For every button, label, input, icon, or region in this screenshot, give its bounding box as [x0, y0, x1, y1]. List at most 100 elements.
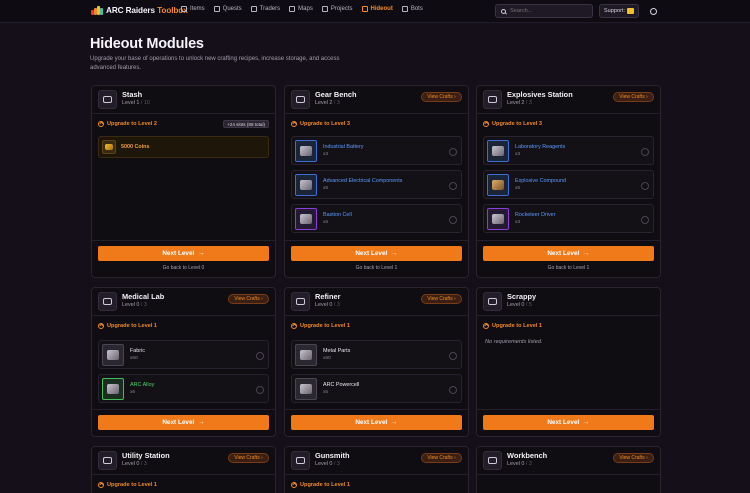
globe-icon[interactable]	[650, 8, 657, 15]
medical-lab-module-icon	[98, 292, 117, 311]
card-divider	[285, 240, 468, 241]
upgrade-label: Upgrade to Level 1	[291, 323, 350, 329]
view-crafts-button[interactable]: View Crafts ›	[613, 92, 654, 102]
module-level: Level 0 / 3	[315, 302, 340, 308]
nav-item-hideout[interactable]: Hideout	[361, 6, 393, 12]
requirement-item[interactable]: ARC Powercell x5	[291, 374, 462, 403]
requirement-item[interactable]: 5000 Coins	[98, 136, 269, 158]
projects-icon	[321, 6, 328, 12]
module-card-utility-station: Utility Station Level 0 / 3 View Crafts …	[91, 446, 276, 493]
requirement-item[interactable]: Rocketeer Driver x3	[483, 204, 654, 233]
view-crafts-button[interactable]: View Crafts ›	[421, 294, 462, 304]
explosive-compound-icon	[487, 174, 509, 196]
nav-item-bots[interactable]: Bots	[401, 6, 423, 12]
nav-item-maps[interactable]: Maps	[289, 6, 313, 12]
module-card-gunsmith: Gunsmith Level 0 / 3 View Crafts › Upgra…	[284, 446, 469, 493]
view-crafts-button[interactable]: View Crafts ›	[421, 92, 462, 102]
module-title: Explosives Station	[507, 90, 573, 99]
nav-item-projects[interactable]: Projects	[321, 6, 353, 12]
requirement-item[interactable]: Explosive Compound x5	[483, 170, 654, 199]
upgrade-icon	[291, 121, 297, 127]
checkbox-icon[interactable]	[256, 386, 264, 394]
view-crafts-button[interactable]: View Crafts ›	[421, 453, 462, 463]
stash-module-icon	[98, 90, 117, 109]
checkbox-icon[interactable]	[449, 386, 457, 394]
requirement-item[interactable]: Bastion Cell x6	[291, 204, 462, 233]
module-title: Gunsmith	[315, 451, 350, 460]
module-level: Level 0 / 3	[507, 461, 532, 467]
module-level: Level 0 / 3	[122, 302, 147, 308]
upgrade-icon	[483, 121, 489, 127]
requirement-item[interactable]: Laboratory Reagents x3	[483, 136, 654, 165]
nav-item-traders[interactable]: Traders	[250, 6, 280, 12]
card-divider	[477, 240, 660, 241]
next-level-button[interactable]: Next Level →	[483, 246, 654, 261]
search-box[interactable]	[495, 4, 593, 18]
items-icon	[181, 6, 187, 12]
checkbox-icon[interactable]	[449, 182, 457, 190]
upgrade-label: Upgrade to Level 2	[98, 121, 157, 127]
go-back-link[interactable]: Go back to Level 0	[92, 265, 275, 271]
view-crafts-button[interactable]: View Crafts ›	[613, 453, 654, 463]
requirement-item[interactable]: Advanced Electrical Components x5	[291, 170, 462, 199]
support-button[interactable]: Support:	[599, 4, 639, 18]
go-back-link[interactable]: Go back to Level 1	[477, 265, 660, 271]
arrow-right-icon: →	[198, 419, 205, 426]
checkbox-icon[interactable]	[449, 216, 457, 224]
checkbox-icon[interactable]	[256, 352, 264, 360]
go-back-link[interactable]: Go back to Level 1	[285, 265, 468, 271]
upgrade-label: Upgrade to Level 1	[291, 482, 350, 488]
page-title: Hideout Modules	[90, 36, 204, 52]
module-level: Level 0 / 3	[315, 461, 340, 467]
upgrade-icon	[291, 323, 297, 329]
logo[interactable]: ARC Raiders Toolbox	[91, 6, 188, 15]
requirement-item[interactable]: ARC Alloy x6	[98, 374, 269, 403]
module-card-gear-bench: Gear Bench Level 2 / 3 View Crafts › Upg…	[284, 85, 469, 278]
next-level-button[interactable]: Next Level →	[291, 246, 462, 261]
module-title: Medical Lab	[122, 292, 165, 301]
electrical-components-icon	[295, 174, 317, 196]
nav-item-items[interactable]: Items	[181, 6, 205, 12]
view-crafts-button[interactable]: View Crafts ›	[228, 453, 269, 463]
next-level-button[interactable]: Next Level →	[483, 415, 654, 430]
refiner-module-icon	[291, 292, 310, 311]
arrow-right-icon: →	[583, 250, 590, 257]
upgrade-label: Upgrade to Level 1	[98, 482, 157, 488]
module-card-medical-lab: Medical Lab Level 0 / 3 View Crafts › Up…	[91, 287, 276, 437]
requirement-item[interactable]: Industrial Battery x3	[291, 136, 462, 165]
module-card-scrappy: Scrappy Level 0 / 5 Upgrade to Level 1 N…	[476, 287, 661, 437]
module-level: Level 2 / 3	[315, 100, 340, 106]
arc-logo-icon	[91, 6, 103, 15]
requirement-item[interactable]: Metal Parts x60	[291, 340, 462, 369]
search-input[interactable]	[510, 8, 580, 14]
next-level-button[interactable]: Next Level →	[98, 246, 269, 261]
arrow-right-icon: →	[391, 250, 398, 257]
hideout-icon	[361, 6, 368, 12]
gunsmith-module-icon	[291, 451, 310, 470]
module-title: Gear Bench	[315, 90, 357, 99]
arrow-right-icon: →	[583, 419, 590, 426]
nav-item-quests[interactable]: Quests	[213, 6, 242, 12]
top-nav: ARC Raiders Toolbox Items Quests Traders…	[0, 0, 750, 23]
view-crafts-button[interactable]: View Crafts ›	[228, 294, 269, 304]
next-level-button[interactable]: Next Level →	[291, 415, 462, 430]
checkbox-icon[interactable]	[449, 352, 457, 360]
module-title: Workbench	[507, 451, 548, 460]
upgrade-icon	[98, 121, 104, 127]
slots-badge: +24 slots (88 total)	[223, 120, 269, 128]
arrow-right-icon: →	[198, 250, 205, 257]
next-level-button[interactable]: Next Level →	[98, 415, 269, 430]
checkbox-icon[interactable]	[641, 216, 649, 224]
checkbox-icon[interactable]	[449, 148, 457, 156]
support-label: Support:	[603, 8, 626, 14]
requirement-item[interactable]: Fabric x50	[98, 340, 269, 369]
checkbox-icon[interactable]	[641, 182, 649, 190]
checkbox-icon[interactable]	[641, 148, 649, 156]
arc-powercell-icon	[295, 378, 317, 400]
quests-icon	[213, 6, 220, 12]
upgrade-icon	[291, 482, 297, 488]
explosives-station-module-icon	[483, 90, 502, 109]
card-divider	[477, 409, 660, 410]
module-title: Utility Station	[122, 451, 170, 460]
coins-icon	[102, 140, 116, 154]
